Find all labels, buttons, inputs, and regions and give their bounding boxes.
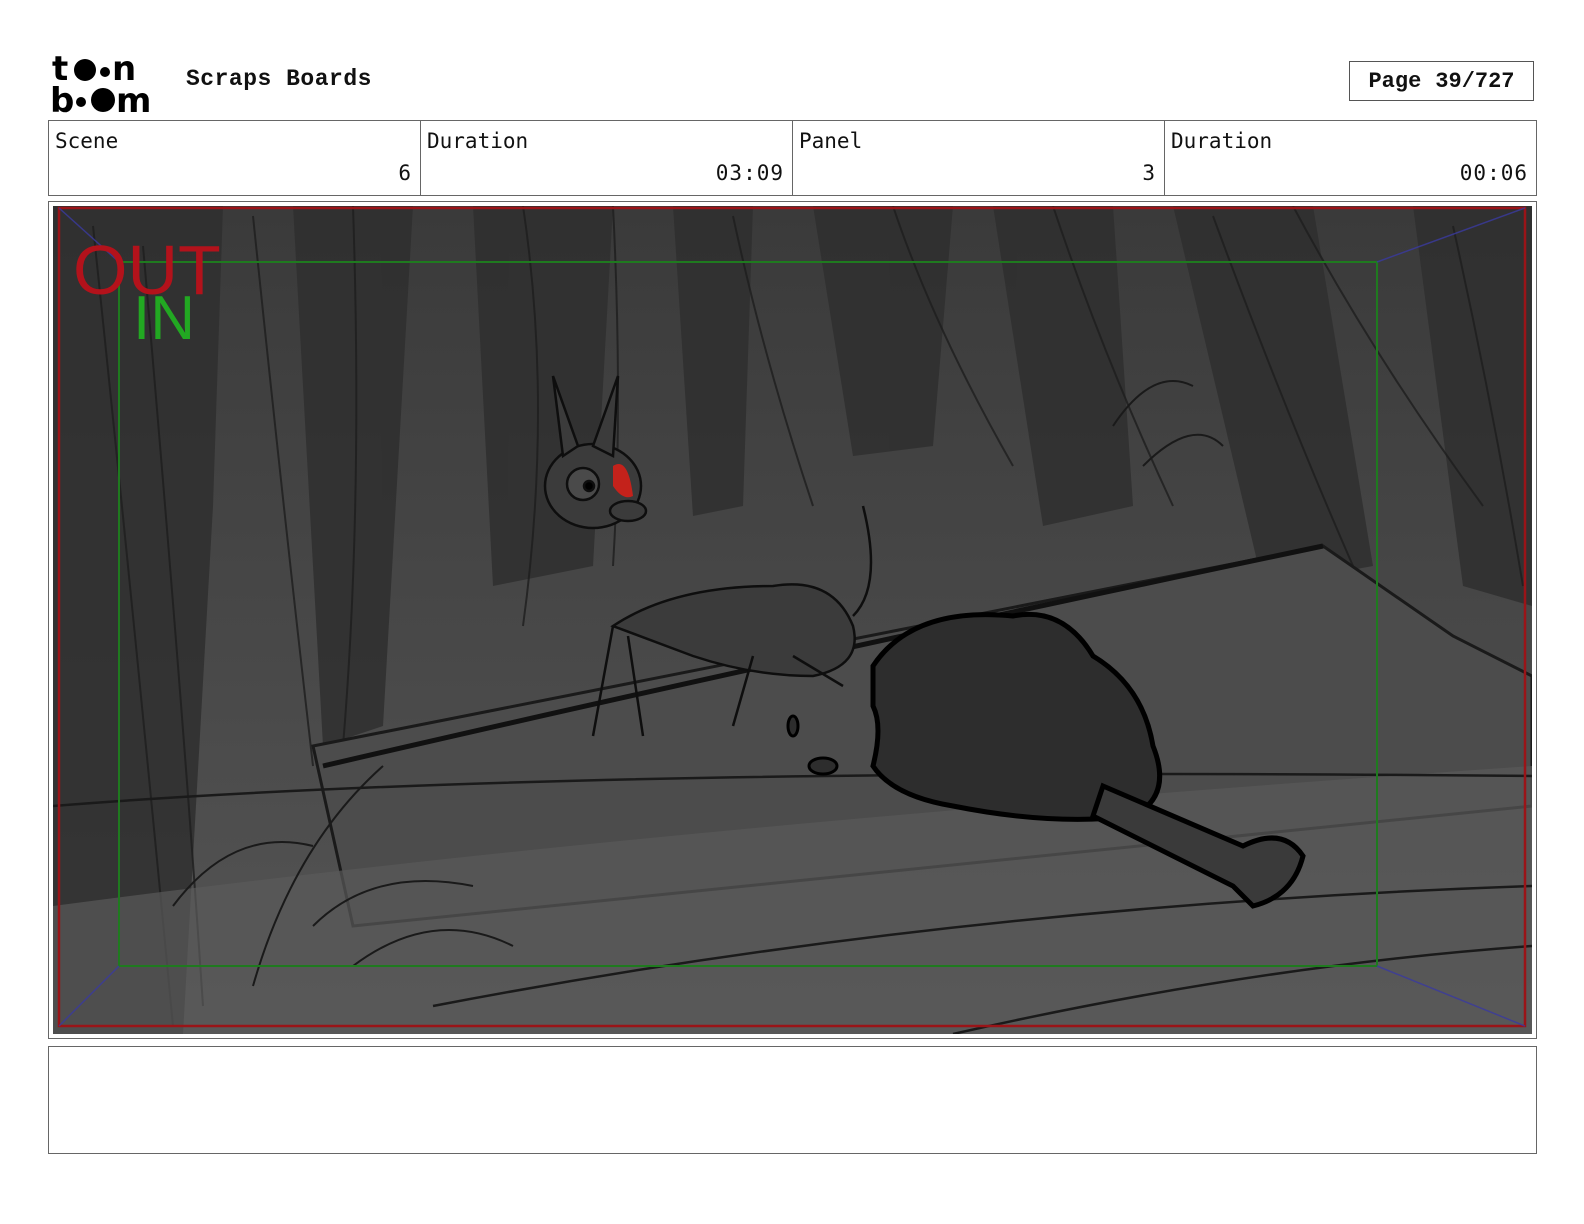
scene-duration-cell: Duration 03:09 <box>421 121 793 195</box>
storyboard-panel: OUT IN <box>48 201 1537 1039</box>
page-indicator: Page 39/727 <box>1349 61 1534 101</box>
panel-cell: Panel 3 <box>793 121 1165 195</box>
page-label: Page <box>1368 68 1422 94</box>
scene-label: Scene <box>55 129 119 153</box>
scene-duration-value: 03:09 <box>715 161 784 185</box>
in-label: IN <box>133 284 195 353</box>
scene-value: 6 <box>398 161 412 185</box>
panel-duration-label: Duration <box>1171 129 1273 153</box>
notes-box <box>48 1046 1537 1154</box>
panel-duration-value: 00:06 <box>1459 161 1528 185</box>
page-number: 39/727 <box>1435 68 1515 94</box>
panel-value: 3 <box>1142 161 1156 185</box>
scene-cell: Scene 6 <box>49 121 421 195</box>
svg-text:b: b <box>50 81 74 116</box>
project-title: Scraps Boards <box>186 66 372 92</box>
info-table: Scene 6 Duration 03:09 Panel 3 Duration … <box>48 120 1537 196</box>
svg-text:m: m <box>116 81 151 116</box>
frame-labels: OUT IN <box>73 231 221 353</box>
toonboom-logo: t n b m <box>50 50 151 116</box>
panel-duration-cell: Duration 00:06 <box>1165 121 1536 195</box>
scene-duration-label: Duration <box>427 129 529 153</box>
panel-label: Panel <box>799 129 863 153</box>
